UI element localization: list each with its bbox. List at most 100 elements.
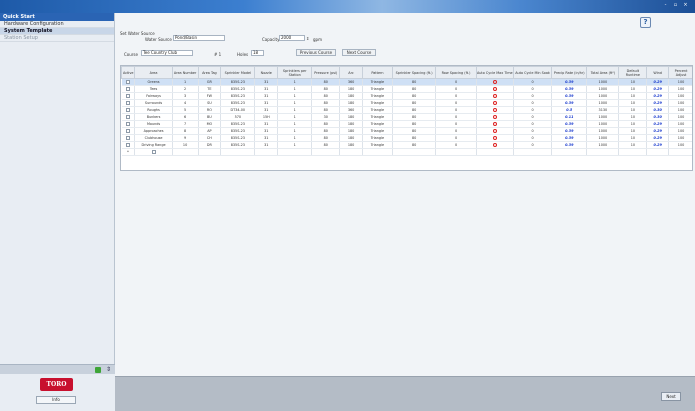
checkbox-icon[interactable] — [125, 135, 130, 140]
table-cell[interactable]: Bunkers — [134, 113, 173, 121]
table-cell[interactable]: Triangle — [362, 127, 393, 135]
table-cell[interactable]: 0.30 — [646, 106, 670, 114]
table-cell[interactable]: AP — [198, 127, 222, 135]
help-icon[interactable]: ? — [640, 17, 651, 28]
table-cell[interactable]: 1000 — [586, 120, 620, 128]
table-cell[interactable]: 80 — [311, 127, 341, 135]
table-cell[interactable]: 31 — [254, 134, 279, 142]
table-cell[interactable]: 10 — [618, 120, 648, 128]
table-cell[interactable]: Triangle — [362, 85, 393, 93]
auto-cycle-icon-cell[interactable] — [476, 120, 514, 128]
table-cell[interactable]: 1 — [277, 99, 313, 107]
table-cell[interactable]: 80 — [392, 99, 437, 107]
table-cell[interactable]: 0 — [435, 141, 477, 149]
table-cell[interactable]: 1 — [277, 113, 313, 121]
table-cell[interactable]: 0 — [435, 85, 477, 93]
column-header-13[interactable]: Auto Cycle Min Soak — [512, 66, 553, 79]
active-checkbox[interactable] — [121, 141, 136, 149]
capacity-field[interactable]: 2000 — [279, 35, 305, 41]
table-cell[interactable] — [513, 148, 553, 156]
table-cell[interactable]: 31 — [254, 92, 279, 100]
table-cell[interactable]: 0.11 — [551, 113, 588, 121]
table-cell[interactable]: 80 — [392, 141, 437, 149]
table-cell[interactable]: Greens — [134, 78, 173, 86]
table-cell[interactable]: 5 — [172, 106, 199, 114]
table-cell[interactable]: Triangle — [362, 113, 393, 121]
table-cell[interactable]: 0.29 — [646, 120, 670, 128]
sidebar-header[interactable]: Quick Start — [0, 13, 114, 21]
table-cell[interactable]: 0 — [513, 78, 553, 86]
table-cell[interactable]: 2 — [172, 85, 199, 93]
table-cell[interactable]: BU — [198, 113, 222, 121]
table-cell[interactable]: 180 — [339, 113, 363, 121]
table-cell[interactable]: 180 — [339, 92, 363, 100]
active-checkbox[interactable] — [121, 78, 136, 86]
cycle-icon[interactable] — [492, 93, 497, 98]
table-cell[interactable]: 3 — [172, 92, 199, 100]
table-cell[interactable]: 835S-23 — [220, 78, 256, 86]
table-cell[interactable] — [435, 148, 477, 156]
table-cell[interactable]: 835S-23 — [220, 120, 256, 128]
table-cell[interactable]: 0 — [435, 99, 477, 107]
table-cell[interactable]: 0 — [513, 92, 553, 100]
holes-field[interactable]: 18 — [251, 50, 264, 56]
checkbox-icon[interactable] — [151, 149, 156, 154]
column-header-6[interactable]: Sprinklers per Station — [277, 66, 313, 79]
table-cell[interactable]: 0 — [513, 113, 553, 121]
auto-cycle-icon-cell[interactable] — [476, 113, 514, 121]
table-cell[interactable]: 180 — [339, 85, 363, 93]
table-cell[interactable]: 0 — [513, 134, 553, 142]
table-cell[interactable] — [220, 148, 256, 156]
cycle-icon[interactable] — [492, 100, 497, 105]
table-cell[interactable]: 6 — [172, 113, 199, 121]
checkbox-icon[interactable] — [125, 114, 130, 119]
table-row[interactable]: Driving Range 10 DR 835S-23 31 1 80 180 Triangle… — [121, 141, 692, 149]
table-cell[interactable]: 0 — [513, 106, 553, 114]
table-cell[interactable]: Triangle — [362, 120, 393, 128]
table-cell[interactable]: CH — [198, 134, 222, 142]
table-cell[interactable]: 10 — [618, 78, 648, 86]
column-header-5[interactable]: Nozzle — [254, 66, 279, 79]
minimize-button[interactable]: - — [662, 2, 669, 8]
table-cell[interactable]: Triangle — [362, 99, 393, 107]
table-cell[interactable]: 0 — [513, 120, 553, 128]
table-cell[interactable]: DR — [198, 141, 222, 149]
table-cell[interactable]: 80 — [311, 134, 341, 142]
table-cell[interactable] — [668, 148, 692, 156]
table-cell[interactable]: 3130 — [586, 106, 620, 114]
table-cell[interactable] — [392, 148, 437, 156]
auto-cycle-icon-cell[interactable] — [476, 127, 514, 135]
table-cell[interactable]: 0 — [513, 141, 553, 149]
table-cell[interactable]: 0.30 — [646, 113, 670, 121]
table-cell[interactable]: 180 — [339, 127, 363, 135]
table-cell[interactable]: 1 — [277, 92, 313, 100]
table-cell[interactable] — [311, 148, 341, 156]
table-cell[interactable] — [172, 148, 199, 156]
table-cell[interactable]: SU — [198, 99, 222, 107]
table-row[interactable]: Roughs 5 RO DT34-00 31 1 80 360 Triangle 80 0 0 0.5 3… — [121, 106, 692, 114]
column-header-1[interactable]: Area — [134, 66, 173, 79]
column-header-3[interactable]: Area Tag — [197, 66, 222, 79]
table-cell[interactable]: FW — [198, 92, 222, 100]
active-checkbox[interactable] — [121, 113, 136, 121]
column-header-15[interactable]: Total Area (ft²) — [586, 66, 620, 79]
table-cell[interactable]: 100 — [668, 85, 692, 93]
table-cell[interactable]: 7 — [172, 120, 199, 128]
active-checkbox[interactable] — [121, 85, 136, 93]
table-cell[interactable]: 835S-23 — [220, 134, 256, 142]
cycle-icon[interactable] — [492, 114, 497, 119]
column-header-9[interactable]: Pattern — [361, 66, 393, 79]
table-cell[interactable]: 180 — [339, 134, 363, 142]
cycle-icon[interactable] — [492, 86, 497, 91]
table-cell[interactable]: 31 — [254, 99, 279, 107]
column-header-18[interactable]: Percent Adjust — [668, 66, 692, 79]
status-icon[interactable] — [95, 367, 101, 373]
table-cell[interactable]: 0 — [435, 106, 477, 114]
active-checkbox[interactable] — [121, 99, 136, 107]
table-cell[interactable]: 0 — [435, 113, 477, 121]
sidebar-item-station-setup[interactable]: Station Setup — [0, 35, 114, 42]
table-cell[interactable]: 100 — [668, 92, 692, 100]
table-cell[interactable]: Tees — [134, 85, 173, 93]
capacity-spin-icon[interactable]: ⇕ — [306, 36, 309, 41]
cycle-icon[interactable] — [492, 121, 497, 126]
